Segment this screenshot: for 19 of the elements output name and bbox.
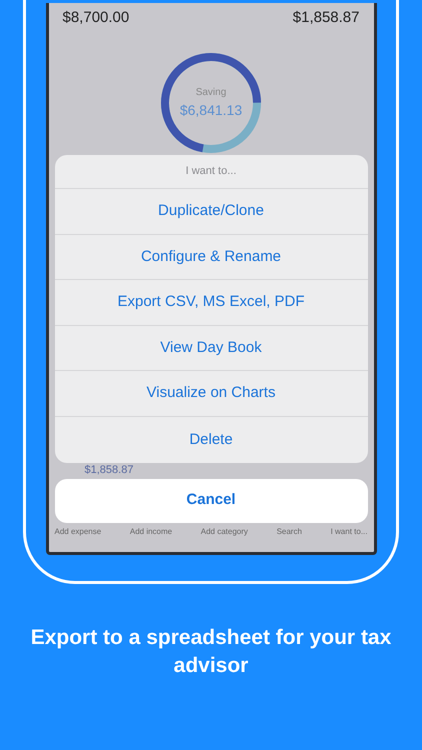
cancel-button[interactable]: Cancel: [54, 478, 368, 523]
action-item[interactable]: Delete: [54, 416, 368, 463]
saving-label: Saving: [196, 86, 226, 100]
tab-item[interactable]: Add category: [200, 526, 248, 538]
tab-item[interactable]: Search: [276, 526, 302, 538]
sheet-title: I want to...: [54, 155, 368, 189]
tab-item[interactable]: Add income: [130, 526, 172, 538]
caption: Export to a spreadsheet for your tax advisor: [30, 625, 392, 679]
saving-amount: $6,841.13: [180, 100, 242, 120]
tab-item[interactable]: I want to...: [330, 526, 368, 538]
action-item[interactable]: Export CSV, MS Excel, PDF: [54, 280, 368, 326]
action-item[interactable]: Duplicate/Clone: [54, 189, 368, 235]
amount-text: $8,700.00: [62, 8, 130, 28]
action-item[interactable]: View Day Book: [54, 326, 368, 372]
action-item[interactable]: Visualize on Charts: [54, 371, 368, 417]
tab-item[interactable]: Add expense: [54, 526, 102, 538]
action-item[interactable]: Configure & Rename: [54, 234, 368, 280]
amount-text: $1,858.87: [84, 465, 134, 476]
amount-text: $1,858.87: [292, 8, 360, 28]
